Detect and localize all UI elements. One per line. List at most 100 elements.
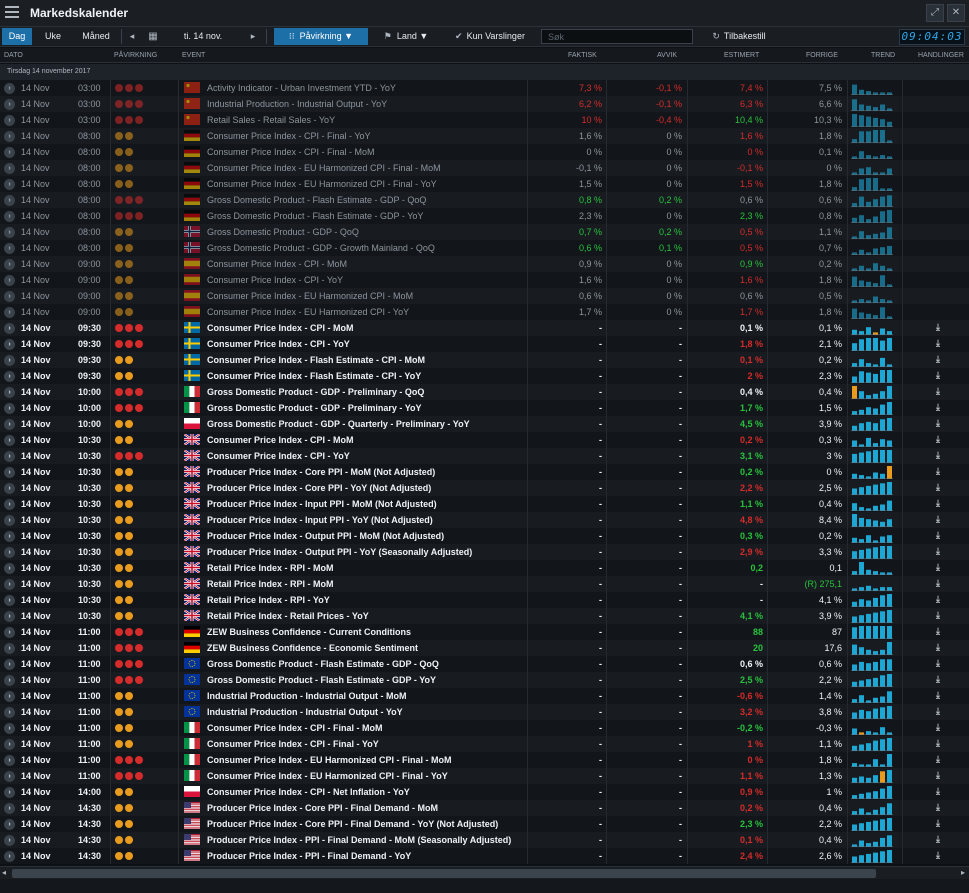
table-row[interactable]: › 14 Nov 08:00 Consumer Price Index - EU… bbox=[0, 160, 969, 176]
table-row[interactable]: › 14 Nov 11:00 Industrial Production - I… bbox=[0, 688, 969, 704]
table-row[interactable]: › 14 Nov 10:00 Gross Domestic Product - … bbox=[0, 416, 969, 432]
table-row[interactable]: › 14 Nov 09:30 Consumer Price Index - CP… bbox=[0, 336, 969, 352]
col-pavirkning[interactable]: PÅVIRKNING bbox=[114, 52, 157, 59]
table-row[interactable]: › 14 Nov 09:00 Consumer Price Index - EU… bbox=[0, 288, 969, 304]
event-name[interactable]: Consumer Price Index - EU Harmonized CPI… bbox=[207, 163, 441, 173]
download-icon[interactable]: ⤓ bbox=[932, 754, 944, 766]
download-icon[interactable]: ⤓ bbox=[932, 770, 944, 782]
country-filter-button[interactable]: ⚑ Land ▼ bbox=[374, 28, 438, 45]
table-row[interactable]: › 14 Nov 09:30 Consumer Price Index - CP… bbox=[0, 320, 969, 336]
event-name[interactable]: Consumer Price Index - EU Harmonized CPI… bbox=[207, 179, 437, 189]
event-name[interactable]: Gross Domestic Product - GDP - Prelimina… bbox=[207, 387, 424, 397]
event-name[interactable]: Gross Domestic Product - GDP - Growth Ma… bbox=[207, 243, 435, 253]
event-name[interactable]: Gross Domestic Product - GDP - Prelimina… bbox=[207, 403, 422, 413]
table-row[interactable]: › 14 Nov 14:30 Producer Price Index - PP… bbox=[0, 848, 969, 864]
expand-row-icon[interactable]: › bbox=[4, 515, 15, 526]
event-name[interactable]: Consumer Price Index - CPI - YoY bbox=[207, 339, 350, 349]
download-icon[interactable]: ⤓ bbox=[932, 386, 944, 398]
expand-row-icon[interactable]: › bbox=[4, 387, 15, 398]
download-icon[interactable]: ⤓ bbox=[932, 818, 944, 830]
expand-row-icon[interactable]: › bbox=[4, 99, 15, 110]
download-icon[interactable]: ⤓ bbox=[932, 482, 944, 494]
event-name[interactable]: Industrial Production - Industrial Outpu… bbox=[207, 707, 403, 717]
prev-date-icon[interactable]: ◂ bbox=[125, 28, 139, 45]
current-date[interactable]: ti. 14 nov. bbox=[168, 28, 238, 45]
download-icon[interactable]: ⤓ bbox=[932, 610, 944, 622]
download-icon[interactable]: ⤓ bbox=[932, 850, 944, 862]
scroll-left-icon[interactable]: ◂ bbox=[2, 868, 6, 877]
expand-row-icon[interactable]: › bbox=[4, 739, 15, 750]
expand-row-icon[interactable]: › bbox=[4, 163, 15, 174]
download-icon[interactable]: ⤓ bbox=[932, 690, 944, 702]
download-icon[interactable]: ⤓ bbox=[932, 466, 944, 478]
expand-row-icon[interactable]: › bbox=[4, 755, 15, 766]
download-icon[interactable]: ⤓ bbox=[932, 402, 944, 414]
table-row[interactable]: › 14 Nov 08:00 Gross Domestic Product - … bbox=[0, 192, 969, 208]
expand-row-icon[interactable]: › bbox=[4, 771, 15, 782]
hamburger-menu-icon[interactable] bbox=[5, 6, 19, 20]
expand-row-icon[interactable]: › bbox=[4, 819, 15, 830]
event-name[interactable]: Producer Price Index - Core PPI - Final … bbox=[207, 803, 438, 813]
event-name[interactable]: Consumer Price Index - EU Harmonized CPI… bbox=[207, 291, 413, 301]
scrollbar-thumb[interactable] bbox=[12, 869, 876, 878]
event-name[interactable]: Consumer Price Index - CPI - YoY bbox=[207, 275, 343, 285]
col-forrige[interactable]: FORRIGE bbox=[806, 52, 838, 59]
expand-row-icon[interactable]: › bbox=[4, 131, 15, 142]
expand-row-icon[interactable]: › bbox=[4, 291, 15, 302]
event-name[interactable]: Consumer Price Index - CPI - Final - MoM bbox=[207, 147, 375, 157]
table-row[interactable]: › 14 Nov 11:00 Gross Domestic Product - … bbox=[0, 656, 969, 672]
expand-row-icon[interactable]: › bbox=[4, 531, 15, 542]
expand-row-icon[interactable]: › bbox=[4, 835, 15, 846]
table-row[interactable]: › 14 Nov 03:00 Activity Indicator - Urba… bbox=[0, 80, 969, 96]
event-name[interactable]: Producer Price Index - Core PPI - YoY (N… bbox=[207, 483, 431, 493]
event-name[interactable]: Producer Price Index - Core PPI - Final … bbox=[207, 819, 498, 829]
event-name[interactable]: Gross Domestic Product - Flash Estimate … bbox=[207, 195, 426, 205]
table-row[interactable]: › 14 Nov 10:30 Producer Price Index - Co… bbox=[0, 464, 969, 480]
expand-row-icon[interactable]: › bbox=[4, 595, 15, 606]
event-name[interactable]: Retail Price Index - Retail Prices - YoY bbox=[207, 611, 369, 621]
download-icon[interactable]: ⤓ bbox=[932, 706, 944, 718]
view-month-button[interactable]: Måned bbox=[74, 28, 118, 45]
event-name[interactable]: Gross Domestic Product - Flash Estimate … bbox=[207, 659, 439, 669]
table-row[interactable]: › 14 Nov 11:00 Consumer Price Index - CP… bbox=[0, 720, 969, 736]
search-input[interactable] bbox=[541, 29, 693, 44]
expand-row-icon[interactable]: › bbox=[4, 227, 15, 238]
event-name[interactable]: Consumer Price Index - CPI - YoY bbox=[207, 451, 350, 461]
table-row[interactable]: › 14 Nov 10:30 Retail Price Index - Reta… bbox=[0, 608, 969, 624]
expand-row-icon[interactable]: › bbox=[4, 307, 15, 318]
table-row[interactable]: › 14 Nov 10:00 Gross Domestic Product - … bbox=[0, 384, 969, 400]
expand-row-icon[interactable]: › bbox=[4, 803, 15, 814]
expand-row-icon[interactable]: › bbox=[4, 419, 15, 430]
impact-filter-button[interactable]: ⁝⁝ Påvirkning ▼ bbox=[274, 28, 368, 45]
event-name[interactable]: Gross Domestic Product - GDP - Quarterly… bbox=[207, 419, 470, 429]
event-name[interactable]: Gross Domestic Product - Flash Estimate … bbox=[207, 211, 423, 221]
event-name[interactable]: ZEW Business Confidence - Economic Senti… bbox=[207, 643, 418, 653]
col-avvik[interactable]: AVVIK bbox=[657, 52, 677, 59]
download-icon[interactable]: ⤓ bbox=[932, 834, 944, 846]
event-name[interactable]: Industrial Production - Industrial Outpu… bbox=[207, 99, 387, 109]
table-row[interactable]: › 14 Nov 10:30 Retail Price Index - RPI … bbox=[0, 560, 969, 576]
maximize-icon[interactable]: ⤢ bbox=[926, 4, 944, 22]
table-row[interactable]: › 14 Nov 10:30 Producer Price Index - In… bbox=[0, 496, 969, 512]
event-name[interactable]: Producer Price Index - Input PPI - MoM (… bbox=[207, 499, 437, 509]
expand-row-icon[interactable]: › bbox=[4, 467, 15, 478]
expand-row-icon[interactable]: › bbox=[4, 691, 15, 702]
download-icon[interactable]: ⤓ bbox=[932, 738, 944, 750]
download-icon[interactable]: ⤓ bbox=[932, 722, 944, 734]
col-trend[interactable]: TREND bbox=[871, 52, 895, 59]
expand-row-icon[interactable]: › bbox=[4, 499, 15, 510]
table-row[interactable]: › 14 Nov 14:00 Consumer Price Index - CP… bbox=[0, 784, 969, 800]
col-handlinger[interactable]: HANDLINGER bbox=[918, 52, 964, 59]
scroll-right-icon[interactable]: ▸ bbox=[961, 868, 965, 877]
table-row[interactable]: › 14 Nov 11:00 Consumer Price Index - CP… bbox=[0, 736, 969, 752]
calendar-icon[interactable]: ▦ bbox=[145, 28, 161, 45]
expand-row-icon[interactable]: › bbox=[4, 355, 15, 366]
table-row[interactable]: › 14 Nov 11:00 Gross Domestic Product - … bbox=[0, 672, 969, 688]
download-icon[interactable]: ⤓ bbox=[932, 642, 944, 654]
event-name[interactable]: Gross Domestic Product - Flash Estimate … bbox=[207, 675, 436, 685]
expand-row-icon[interactable]: › bbox=[4, 675, 15, 686]
table-row[interactable]: › 14 Nov 11:00 Consumer Price Index - EU… bbox=[0, 752, 969, 768]
download-icon[interactable]: ⤓ bbox=[932, 802, 944, 814]
expand-row-icon[interactable]: › bbox=[4, 371, 15, 382]
expand-row-icon[interactable]: › bbox=[4, 147, 15, 158]
